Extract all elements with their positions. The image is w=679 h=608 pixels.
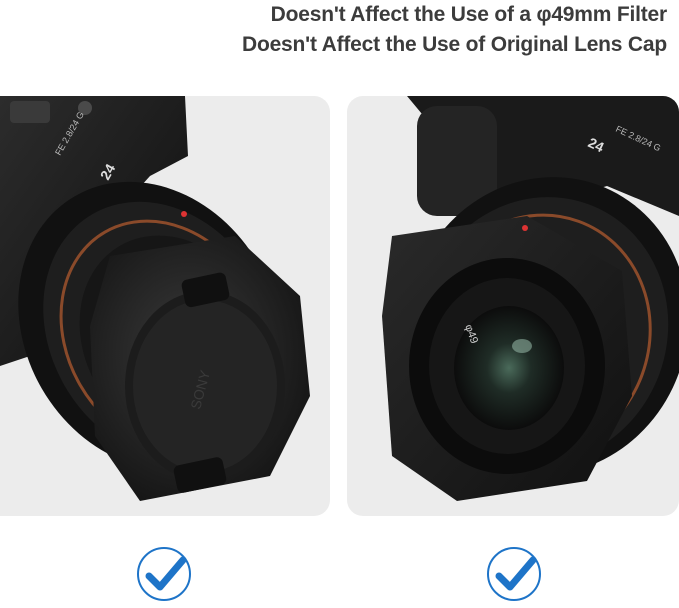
filter-photo: φ49 24 FE 2.8/24 G [347, 96, 679, 516]
headline-filter: Doesn't Affect the Use of a φ49mm Filter [270, 3, 668, 26]
headline-lens-cap: Doesn't Affect the Use of Original Lens … [241, 33, 667, 56]
check-circle-icon [485, 545, 543, 603]
lens-cap-photo: SONY 24 FE 2.8/24 G [0, 96, 330, 516]
check-circle-icon [135, 545, 193, 603]
